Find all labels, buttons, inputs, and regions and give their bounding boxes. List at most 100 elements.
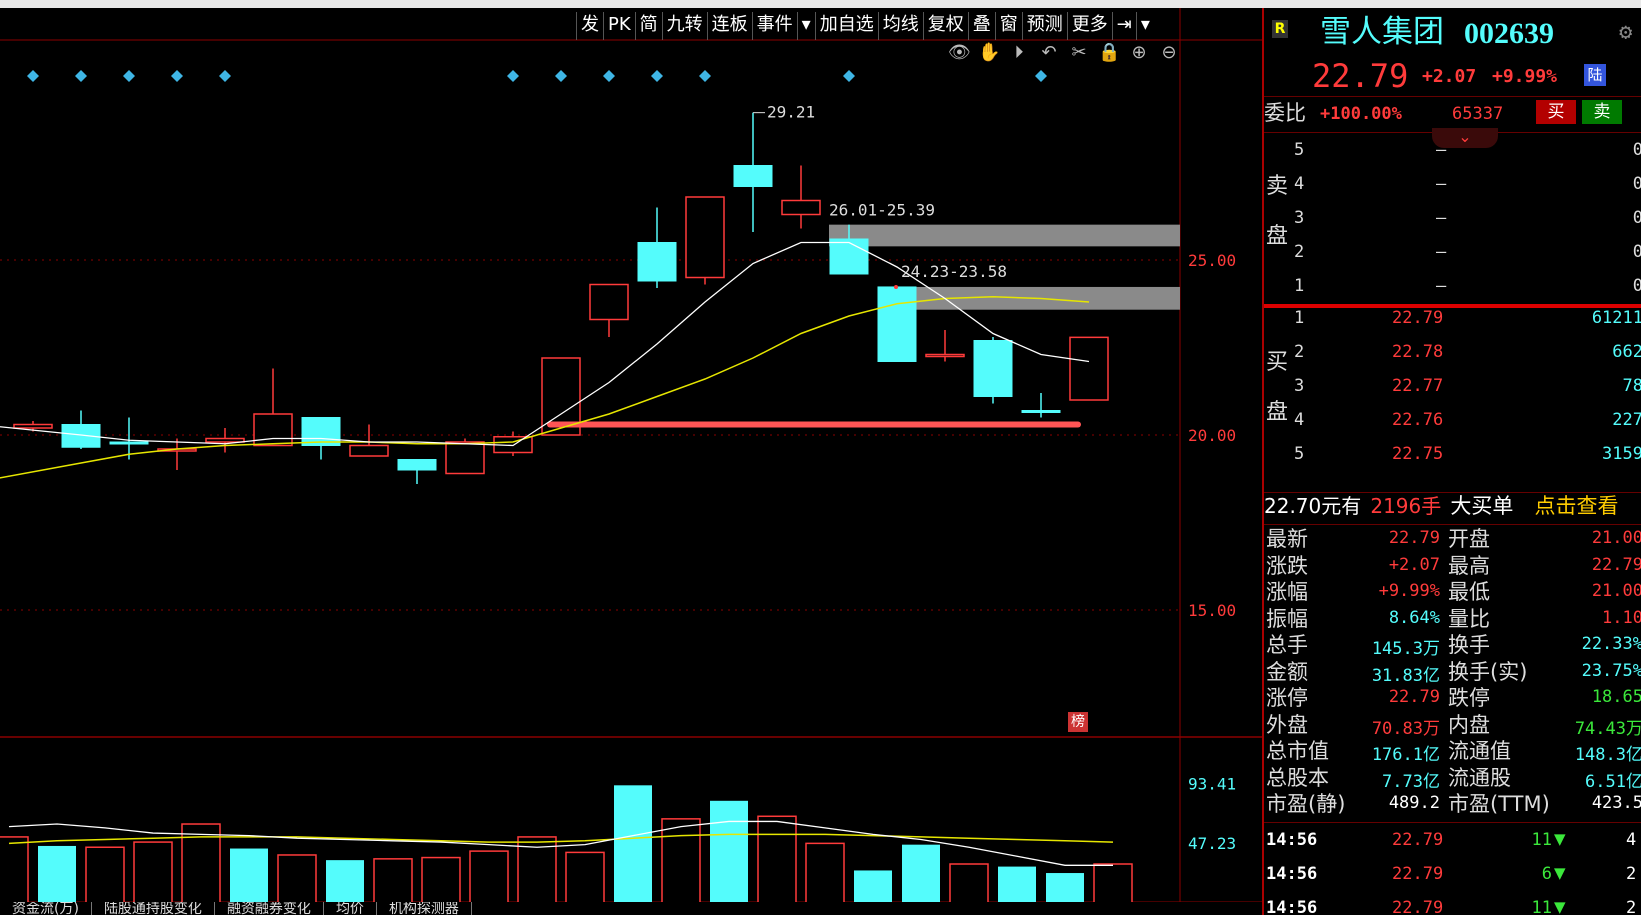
indicator-tab-2[interactable]: 融资融券变化 — [215, 902, 324, 915]
toolbar-item-0[interactable]: 发 — [576, 12, 603, 40]
stat-value: +2.07 — [1388, 554, 1440, 575]
buy-button[interactable]: 买 — [1536, 100, 1576, 124]
toolbar-item-15[interactable]: ▾ — [1135, 12, 1154, 40]
event-marker[interactable] — [699, 70, 711, 82]
volume-bar-down — [1046, 873, 1084, 902]
volume-bar-down — [38, 845, 76, 902]
big-order-banner[interactable]: 22.70元有 2196手 大买单 点击查看 — [1264, 491, 1641, 521]
toolbar-item-11[interactable]: 窗 — [994, 12, 1022, 40]
stat-value: 1.10 — [1602, 607, 1641, 628]
indicator-tab-4[interactable]: 机构探测器 — [377, 902, 472, 915]
book-side-label-top: 卖 — [1266, 174, 1289, 199]
event-marker[interactable] — [651, 70, 663, 82]
stat-value: 22.79 — [1388, 687, 1440, 707]
weibi-value: +100.00% — [1320, 104, 1402, 124]
undo-icon[interactable]: ↶ — [1038, 42, 1060, 63]
book-side-label-top: 买 — [1266, 350, 1289, 375]
weibi-label: 委比 — [1264, 101, 1306, 125]
toolbar-item-1[interactable]: PK — [603, 12, 635, 40]
scissors-icon[interactable]: ✂ — [1068, 42, 1090, 63]
stat-label: 总市值 — [1266, 739, 1329, 763]
play-icon[interactable]: ⏵ — [1008, 42, 1030, 63]
event-marker[interactable] — [507, 70, 519, 82]
hand-icon[interactable]: ✋ — [978, 42, 1000, 63]
lock-icon[interactable]: 🔒 — [1098, 42, 1120, 63]
gear-icon[interactable]: ⚙ — [1619, 20, 1632, 45]
high-label: 29.21 — [767, 103, 815, 122]
book-price: — — [1436, 174, 1447, 194]
book-price: 22.78 — [1392, 342, 1444, 362]
candle-body-down — [397, 459, 437, 471]
stat-value: 70.83万 — [1371, 718, 1440, 739]
book-level: 5 — [1294, 140, 1305, 160]
tick-time: 14:56 — [1266, 898, 1318, 915]
candle-body-up — [445, 441, 485, 475]
stat-value: 23.75% — [1581, 660, 1641, 681]
book-level: 1 — [1294, 276, 1305, 296]
book-volume: 0 — [1544, 242, 1641, 262]
stat-label: 市盈(TTM) — [1448, 792, 1550, 816]
event-markers[interactable] — [27, 70, 1047, 82]
stat-value: 22.79 — [1591, 554, 1641, 575]
event-marker[interactable] — [219, 70, 231, 82]
stat-label: 总股本 — [1266, 765, 1329, 790]
indicator-tab-1[interactable]: 陆股通持股变化 — [92, 902, 215, 915]
stat-label: 换手 — [1448, 633, 1490, 657]
big-order-action[interactable]: 点击查看 — [1534, 494, 1618, 518]
price-tick-label: 25.00 — [1188, 251, 1236, 270]
book-level: 3 — [1294, 208, 1305, 228]
toolbar-item-5[interactable]: 事件 — [751, 12, 797, 40]
book-price: 22.77 — [1392, 376, 1444, 396]
toolbar-item-4[interactable]: 连板 — [706, 12, 752, 40]
event-marker[interactable] — [171, 70, 183, 82]
zoom-out-icon[interactable]: ⊖ — [1158, 42, 1180, 63]
chart-labels: 29.21 26.01-25.39 24.23-23.58 — [753, 103, 1007, 289]
resistance-zone-1 — [829, 224, 1180, 247]
weibi-count: 65337 — [1452, 104, 1504, 124]
event-marker[interactable] — [603, 70, 615, 82]
price-tick-label: 15.00 — [1188, 601, 1236, 620]
toolbar-item-10[interactable]: 叠 — [967, 12, 995, 40]
indicator-tab-3[interactable]: 均价 — [324, 902, 377, 915]
event-marker[interactable] — [75, 70, 87, 82]
event-marker[interactable] — [843, 70, 855, 82]
book-level: 1 — [1294, 308, 1305, 328]
event-marker[interactable] — [123, 70, 135, 82]
event-marker[interactable] — [27, 70, 39, 82]
event-marker[interactable] — [1035, 70, 1047, 82]
event-marker[interactable] — [555, 70, 567, 82]
tick-extra: 4 — [1626, 830, 1637, 850]
toolbar-item-13[interactable]: 更多 — [1066, 12, 1112, 40]
tick-extra: 2 — [1626, 898, 1637, 915]
toolbar-item-8[interactable]: 均线 — [877, 12, 923, 40]
stat-label: 量比 — [1448, 606, 1490, 631]
toolbar-item-9[interactable]: 复权 — [922, 12, 968, 40]
toolbar-item-2[interactable]: 简 — [634, 12, 662, 40]
rank-badge[interactable]: 榜 — [1068, 712, 1088, 732]
stat-label: 总手 — [1266, 633, 1308, 657]
candle-body-up — [925, 353, 965, 358]
indicator-tab-0[interactable]: 资金流(万) — [0, 902, 92, 915]
candle-body-down — [109, 441, 149, 445]
toolbar-item-12[interactable]: 预测 — [1021, 12, 1067, 40]
volume-bar-up — [133, 841, 173, 902]
sell-button[interactable]: 卖 — [1582, 100, 1622, 124]
stat-value: 74.43万 — [1574, 718, 1641, 739]
candle-body-down — [637, 242, 677, 282]
zoom-in-icon[interactable]: ⊕ — [1128, 42, 1150, 63]
volume-bar-up — [949, 863, 989, 902]
kline-chart[interactable]: 29.21 26.01-25.39 24.23-23.58 25.00 20.00 15… — [0, 8, 1262, 902]
toolbar-item-14[interactable]: ⇥ — [1111, 12, 1136, 40]
volume-bar-up — [1093, 863, 1133, 902]
toolbar-item-6[interactable]: ▾ — [796, 12, 815, 40]
book-volume: 0 — [1544, 174, 1641, 194]
big-order-qty: 2196手 — [1370, 494, 1442, 518]
volume-bar-down — [998, 866, 1036, 902]
candle-body-up — [13, 423, 53, 429]
toolbar-item-3[interactable]: 九转 — [661, 12, 707, 40]
volume-bar-up — [757, 815, 797, 902]
book-price: — — [1436, 242, 1447, 262]
toolbar-item-7[interactable]: 加自选 — [814, 12, 878, 40]
eye-icon[interactable]: 👁 — [948, 42, 971, 63]
book-volume: 3159 — [1602, 444, 1641, 464]
